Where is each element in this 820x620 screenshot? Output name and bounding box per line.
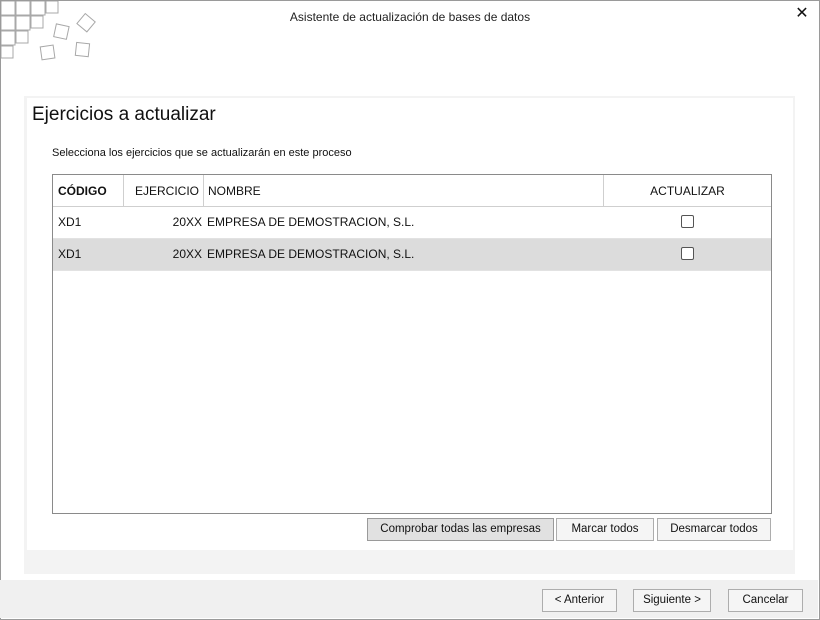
table-row[interactable]: XD1 20XX EMPRESA DE DEMOSTRACION, S.L.: [53, 207, 771, 239]
desmarcar-todos-button[interactable]: Desmarcar todos: [657, 518, 771, 541]
cancelar-button[interactable]: Cancelar: [728, 589, 803, 612]
window-title: Asistente de actualización de bases de d…: [289, 10, 531, 24]
page-title: Ejercicios a actualizar: [32, 104, 216, 125]
cell-nombre: EMPRESA DE DEMOSTRACION, S.L.: [207, 215, 415, 229]
ejercicios-table: CÓDIGO EJERCICIO NOMBRE ACTUALIZAR XD1 2…: [52, 174, 772, 514]
comprobar-todas-button[interactable]: Comprobar todas las empresas: [367, 518, 554, 541]
anterior-button[interactable]: < Anterior: [542, 589, 617, 612]
cell-actualizar: [603, 239, 771, 270]
marcar-todos-button[interactable]: Marcar todos: [556, 518, 654, 541]
cell-codigo: XD1: [58, 247, 82, 261]
page-subtitle: Selecciona los ejercicios que se actuali…: [52, 147, 352, 159]
checkbox-unchecked-icon[interactable]: [680, 215, 694, 229]
table-row-selected[interactable]: XD1 20XX EMPRESA DE DEMOSTRACION, S.L.: [53, 239, 771, 271]
cell-codigo: XD1: [58, 215, 82, 229]
cell-actualizar: [603, 207, 771, 238]
column-header-codigo[interactable]: CÓDIGO: [53, 175, 123, 207]
column-header-ejercicio[interactable]: EJERCICIO: [123, 175, 203, 207]
column-header-actualizar[interactable]: ACTUALIZAR: [603, 175, 771, 207]
cell-ejercicio: 20XX: [172, 215, 202, 229]
column-header-nombre[interactable]: NOMBRE: [203, 175, 603, 207]
table-header: CÓDIGO EJERCICIO NOMBRE ACTUALIZAR: [53, 175, 771, 207]
checkbox-unchecked-icon[interactable]: [680, 247, 694, 261]
siguiente-button[interactable]: Siguiente >: [633, 589, 711, 612]
cell-nombre: EMPRESA DE DEMOSTRACION, S.L.: [207, 247, 415, 261]
close-icon[interactable]: ✕: [791, 4, 813, 24]
cell-ejercicio: 20XX: [172, 247, 202, 261]
